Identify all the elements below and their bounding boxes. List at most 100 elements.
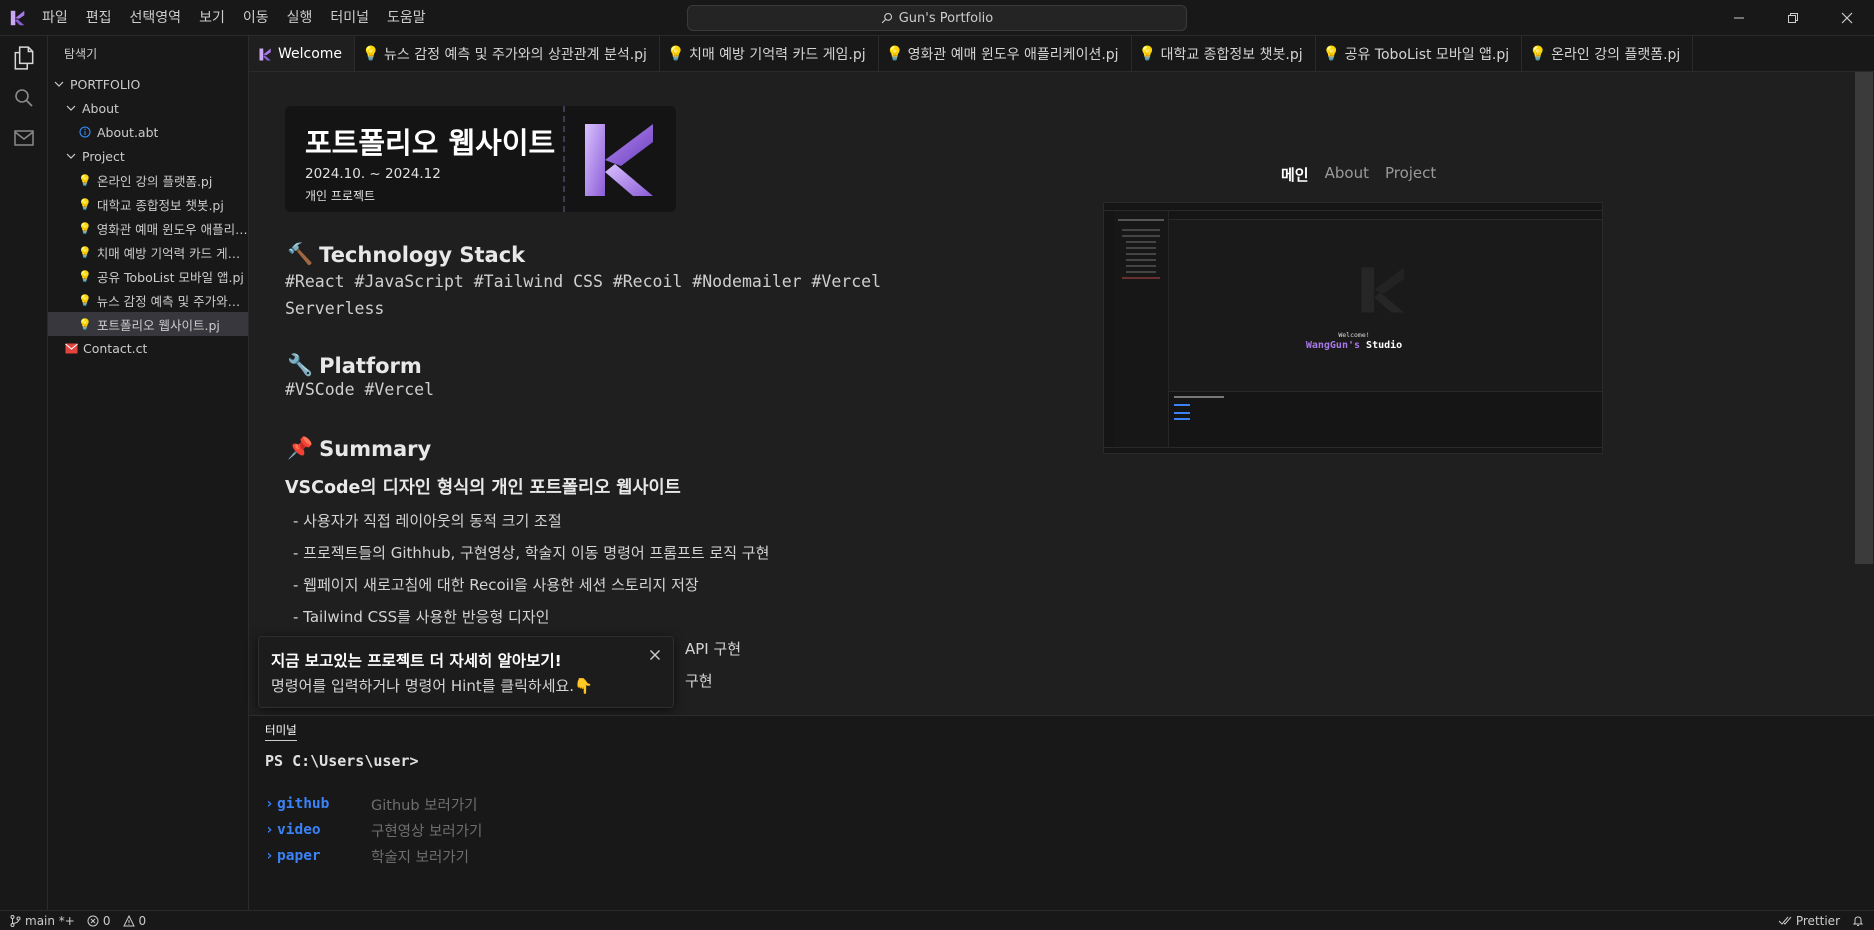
- tab-project[interactable]: 💡 뉴스 감정 예측 및 주가와의 상관관계 분석.pj: [355, 36, 660, 71]
- menu-go[interactable]: 이동: [234, 0, 278, 36]
- tree-folder-project[interactable]: Project: [48, 144, 248, 168]
- editor-content: 포트폴리오 웹사이트 2024.10. ~ 2024.12 개인 프로젝트 🔨 …: [249, 72, 1874, 715]
- search-button[interactable]: [0, 78, 48, 118]
- command-name: paper: [277, 848, 321, 864]
- command-center[interactable]: Gun's Portfolio: [687, 5, 1187, 31]
- tree-file-project[interactable]: 💡 온라인 강의 플랫폼.pj: [48, 168, 248, 192]
- terminal-command-github[interactable]: › github Github 보러가기: [265, 791, 482, 817]
- command-name: github: [277, 796, 330, 812]
- preview-nav-main[interactable]: 메인: [1281, 164, 1309, 185]
- terminal-panel: 터미널 PS C:\Users\user> › github Github 보러…: [249, 715, 1874, 910]
- tab-project[interactable]: 💡 영화관 예매 윈도우 애플리케이션.pj: [879, 36, 1132, 71]
- lightbulb-icon: 💡: [78, 197, 92, 211]
- notifications-button[interactable]: [1846, 915, 1874, 927]
- search-icon: [15, 89, 33, 107]
- project-preview-screenshot: Welcome! WangGun's Studio: [1103, 202, 1603, 454]
- menu-terminal[interactable]: 터미널: [321, 0, 378, 36]
- app-logo-icon[interactable]: [3, 0, 33, 36]
- tree-file-project-active[interactable]: 💡 포트폴리오 웹사이트.pj: [48, 312, 248, 336]
- chevron-down-icon: [64, 101, 78, 115]
- explorer-sidebar: 탐색기 PORTFOLIO About About.abt Project 💡 …: [48, 36, 249, 910]
- close-window-button[interactable]: [1820, 0, 1874, 36]
- tree-file-project[interactable]: 💡 대학교 종합정보 챗봇.pj: [48, 192, 248, 216]
- lightbulb-icon: 💡: [1138, 46, 1157, 62]
- tab-project[interactable]: 💡 치매 예방 기억력 카드 게임.pj: [660, 36, 879, 71]
- tree-root-portfolio[interactable]: PORTFOLIO: [48, 72, 248, 96]
- lightbulb-icon: 💡: [78, 269, 92, 283]
- terminal-prompt[interactable]: PS C:\Users\user>: [265, 752, 419, 770]
- chevron-right-icon: ›: [265, 848, 274, 864]
- tree-file-project[interactable]: 💡 뉴스 감정 예측 및 주가와의 상관관계 분석.pj: [48, 288, 248, 312]
- tab-terminal[interactable]: 터미널: [265, 722, 297, 741]
- command-center-label: Gun's Portfolio: [898, 10, 994, 26]
- minimize-icon: [1734, 17, 1744, 19]
- project-title: 포트폴리오 웹사이트: [305, 126, 556, 160]
- menu-run[interactable]: 실행: [278, 0, 322, 36]
- tree-file-project[interactable]: 💡 공유 ToboList 모바일 앱.pj: [48, 264, 248, 288]
- preview-nav-about[interactable]: About: [1325, 164, 1369, 185]
- menu-selection[interactable]: 선택영역: [121, 0, 191, 36]
- tree-file-project[interactable]: 💡 영화관 예매 윈도우 애플리케이션.pj: [48, 216, 248, 240]
- preview-nav-project[interactable]: Project: [1385, 164, 1436, 185]
- mini-logo-icon: [1361, 267, 1404, 313]
- terminal-command-paper[interactable]: › paper 학술지 보러가기: [265, 843, 482, 869]
- stack-heading-label: Technology Stack: [319, 242, 526, 267]
- chevron-down-icon: [52, 77, 66, 91]
- lightbulb-icon: 💡: [362, 46, 380, 62]
- chevron-right-icon: ›: [265, 822, 274, 838]
- status-right: Prettier: [1772, 911, 1874, 930]
- search-icon: [881, 12, 892, 24]
- menu-edit[interactable]: 편집: [77, 0, 121, 36]
- status-formatter[interactable]: Prettier: [1772, 914, 1846, 928]
- tab-label: 온라인 강의 플랫폼.pj: [1551, 47, 1681, 63]
- restore-button[interactable]: [1766, 0, 1820, 36]
- toast-close-button[interactable]: [647, 647, 663, 663]
- tree-label: 포트폴리오 웹사이트.pj: [97, 317, 220, 333]
- menu-help[interactable]: 도움말: [378, 0, 435, 36]
- toast-body: 명령어를 입력하거나 명령어 Hint를 클릭하세요.👇: [271, 677, 593, 695]
- minimize-button[interactable]: [1712, 0, 1766, 36]
- lightbulb-icon: 💡: [78, 221, 92, 235]
- summary-item: - 웹페이지 새로고침에 대한 Recoil을 사용한 세션 스토리지 저장: [293, 576, 699, 594]
- lightbulb-icon: 💡: [667, 46, 685, 62]
- tree-file-about[interactable]: About.abt: [48, 120, 248, 144]
- restore-icon: [1788, 13, 1798, 23]
- platform-text: #VSCode #Vercel: [285, 380, 435, 399]
- project-type: 개인 프로젝트: [305, 189, 376, 203]
- tab-label: Welcome: [278, 46, 343, 62]
- menu-view[interactable]: 보기: [190, 0, 234, 36]
- status-bar: main *+ 0 0 Prettier: [0, 910, 1874, 930]
- preview-nav: 메인 About Project: [1281, 164, 1436, 185]
- mini-titlebar: [1104, 203, 1602, 211]
- explorer-button[interactable]: [0, 38, 48, 78]
- status-problems[interactable]: 0 0: [81, 914, 152, 928]
- sidebar-title: 탐색기: [64, 47, 98, 61]
- chevron-down-icon: [64, 149, 78, 163]
- platform-heading-label: Platform: [319, 353, 422, 378]
- activity-bar: [0, 36, 48, 910]
- tab-project[interactable]: 💡 공유 ToboList 모바일 앱.pj: [1316, 36, 1523, 71]
- lightbulb-icon: 💡: [78, 293, 92, 307]
- files-icon: [14, 46, 34, 70]
- tree-label: About.abt: [97, 124, 159, 140]
- menu-file[interactable]: 파일: [33, 0, 77, 36]
- status-branch[interactable]: main *+: [0, 914, 81, 928]
- tree-folder-about[interactable]: About: [48, 96, 248, 120]
- project-date: 2024.10. ~ 2024.12: [305, 166, 441, 182]
- terminal-command-video[interactable]: › video 구현영상 보러가기: [265, 817, 482, 843]
- mini-welcome: Welcome!: [1338, 331, 1370, 339]
- summary-heading: 📌 Summary: [287, 436, 431, 461]
- tab-project[interactable]: 💡 대학교 종합정보 챗봇.pj: [1132, 36, 1316, 71]
- tab-welcome[interactable]: Welcome: [249, 36, 356, 71]
- project-hero-card: 포트폴리오 웹사이트 2024.10. ~ 2024.12 개인 프로젝트: [285, 106, 676, 212]
- tree-file-project[interactable]: 💡 치매 예방 기억력 카드 게임.pj: [48, 240, 248, 264]
- tree-file-contact[interactable]: Contact.ct: [48, 336, 248, 360]
- contact-button[interactable]: [0, 118, 48, 158]
- tab-project[interactable]: 💡 온라인 강의 플랫폼.pj: [1522, 36, 1694, 71]
- summary-subtitle: VSCode의 디자인 형식의 개인 포트폴리오 웹사이트: [285, 478, 681, 498]
- tree-label: About: [82, 100, 119, 116]
- window-controls: [1712, 0, 1874, 36]
- mini-statusbar: [1104, 447, 1602, 453]
- warning-count: 0: [138, 913, 147, 928]
- editor-scrollbar-thumb[interactable]: [1855, 72, 1873, 564]
